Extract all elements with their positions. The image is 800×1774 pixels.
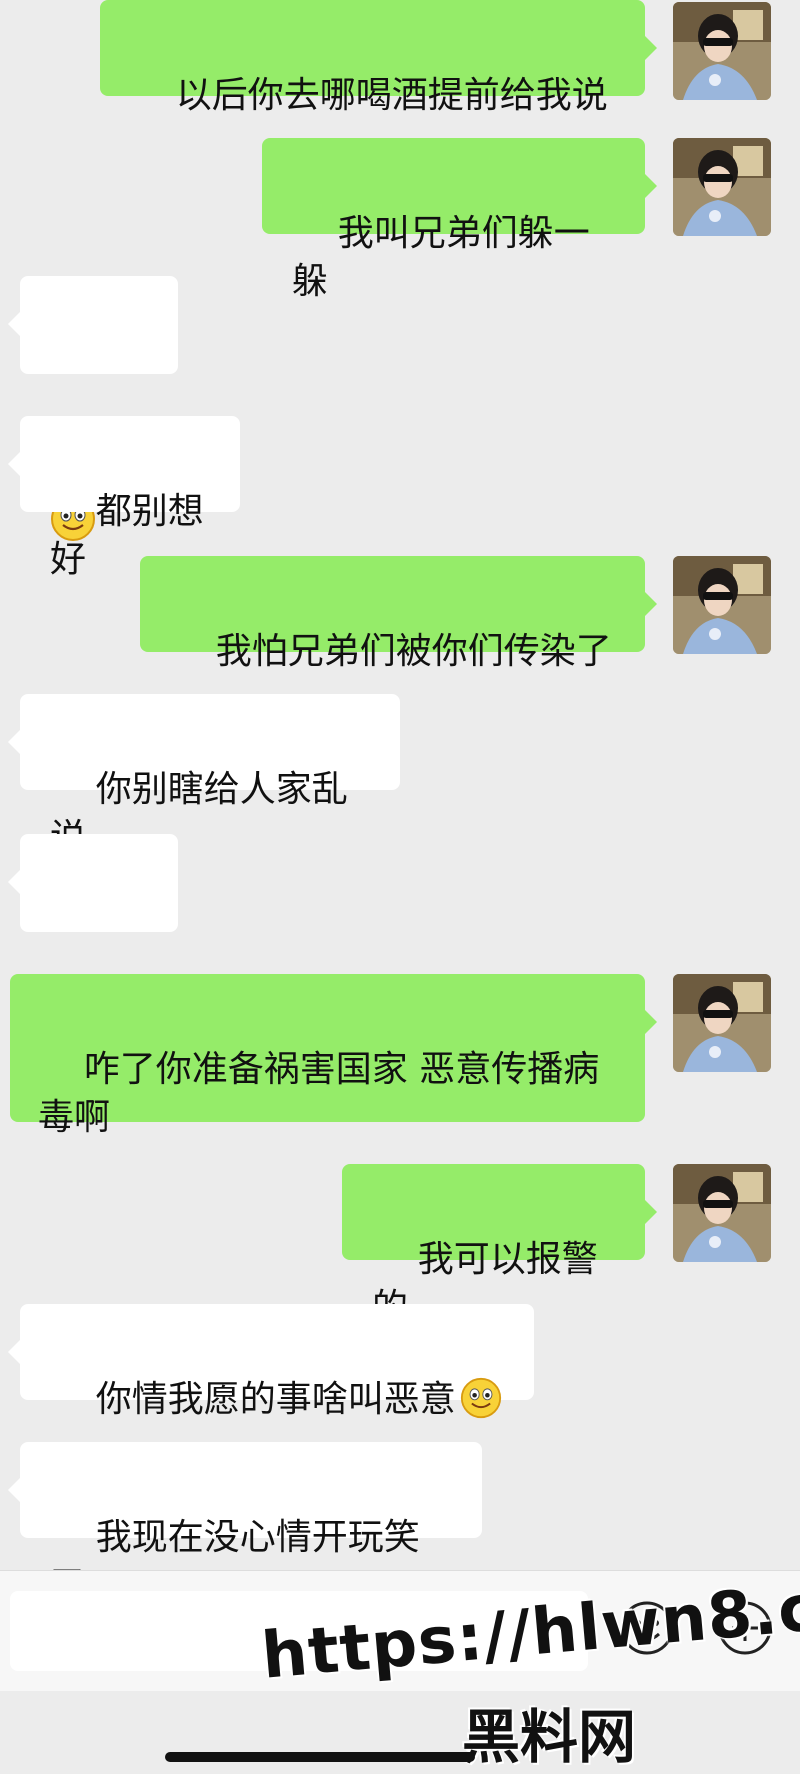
incoming-message-bubble[interactable]: 我现在没心情开玩笑了	[8, 1442, 482, 1606]
outgoing-message-bubble[interactable]: 我可以报警的	[342, 1164, 657, 1328]
smile-emoji-icon	[460, 1377, 502, 1419]
outgoing-message-bubble[interactable]: 我怕兄弟们被你们传染了	[140, 556, 657, 672]
message-text: 以后你去哪喝酒提前给我说	[175, 75, 608, 116]
smile-emoji-icon	[96, 352, 142, 493]
outgoing-message-bubble[interactable]: 咋了你准备祸害国家 恶意传播病毒啊	[10, 974, 657, 1138]
my-avatar[interactable]	[673, 974, 771, 1072]
incoming-message-bubble[interactable]	[8, 276, 178, 541]
smile-emoji-icon	[96, 910, 142, 1051]
my-avatar[interactable]	[673, 2, 771, 100]
incoming-message-bubble[interactable]	[8, 834, 178, 1099]
message-text: 我叫兄弟们躲一躲	[292, 213, 590, 302]
my-avatar[interactable]	[673, 138, 771, 236]
home-indicator	[165, 1752, 475, 1762]
my-avatar[interactable]	[673, 1164, 771, 1262]
incoming-message-bubble[interactable]: 你别瞎给人家乱说	[8, 694, 400, 858]
outgoing-message-bubble[interactable]: 我叫兄弟们躲一躲	[262, 138, 657, 302]
chat-message-list[interactable]: 以后你去哪喝酒提前给我说 我叫兄弟们躲一躲 都别想好 我怕兄弟们被你们传染了 你…	[0, 0, 800, 1606]
watermark-site-name: 黑料网	[462, 1703, 637, 1771]
incoming-message-bubble[interactable]: 你情我愿的事啥叫恶意	[8, 1304, 534, 1420]
my-avatar[interactable]	[673, 556, 771, 654]
message-text: 你情我愿的事啥叫恶意	[95, 1379, 456, 1420]
incoming-message-bubble[interactable]: 都别想好	[8, 416, 240, 580]
message-text: 我怕兄弟们被你们传染了	[215, 631, 612, 672]
outgoing-message-bubble[interactable]: 以后你去哪喝酒提前给我说	[100, 0, 657, 116]
